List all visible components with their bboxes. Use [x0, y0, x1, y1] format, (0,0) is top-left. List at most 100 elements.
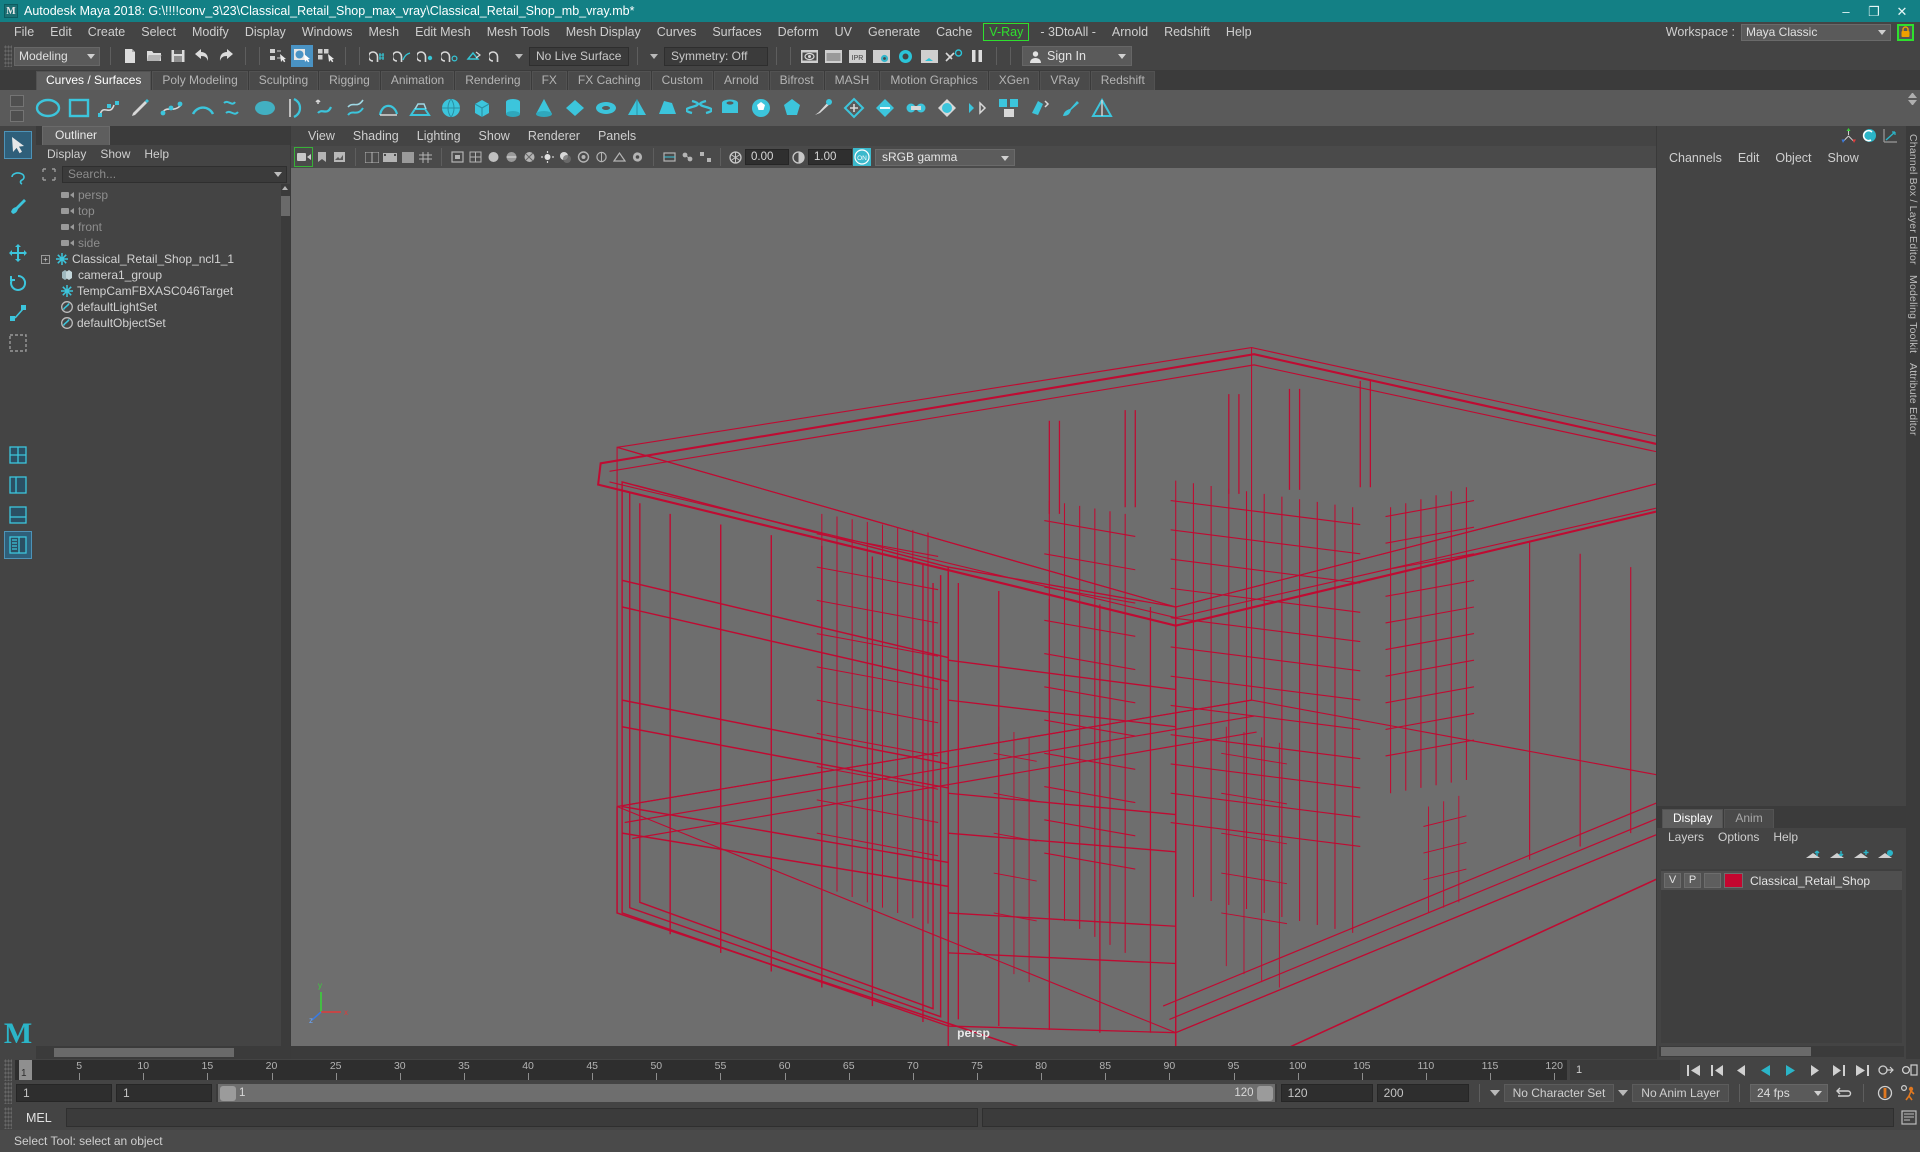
screen-space-ao-icon[interactable]	[575, 148, 592, 166]
exposure-field[interactable]: 0.00	[745, 149, 789, 165]
menu-windows[interactable]: Windows	[294, 22, 361, 42]
snap-to-view-planes-icon[interactable]	[463, 45, 485, 67]
auto-key-icon[interactable]	[1875, 1061, 1896, 1080]
gamma-field[interactable]: 1.00	[808, 149, 852, 165]
layer-row[interactable]: V P Classical_Retail_Shop	[1661, 871, 1902, 890]
menu-help[interactable]: Help	[1218, 22, 1260, 42]
maximize-button[interactable]: ❐	[1860, 1, 1888, 21]
layer-tab-display[interactable]: Display	[1662, 809, 1724, 828]
shaded-wireframe-icon[interactable]	[503, 148, 520, 166]
range-end-handle[interactable]	[1256, 1085, 1273, 1101]
layer-color-swatch[interactable]	[1724, 873, 1743, 888]
save-scene-icon[interactable]	[167, 45, 189, 67]
snap-to-point-icon[interactable]	[415, 45, 437, 67]
shelf-tab-motion-graphics[interactable]: Motion Graphics	[880, 71, 988, 90]
render-sequence-icon[interactable]	[918, 45, 940, 67]
viewport-menu-view[interactable]: View	[299, 126, 344, 146]
new-scene-icon[interactable]	[119, 45, 141, 67]
outliner-tree[interactable]: persp top front side + Classical_Retail_…	[36, 184, 290, 1046]
menu-mesh-tools[interactable]: Mesh Tools	[479, 22, 558, 42]
help-menu[interactable]: Help	[1766, 828, 1805, 847]
poly-prism-icon[interactable]	[654, 94, 682, 122]
layer-name[interactable]: Classical_Retail_Shop	[1750, 874, 1870, 888]
pencil-curve-tool-icon[interactable]	[127, 94, 155, 122]
motion-blur-icon[interactable]	[593, 148, 610, 166]
layer-tab-anim[interactable]: Anim	[1724, 809, 1774, 828]
poly-crease-icon[interactable]	[1088, 94, 1116, 122]
step-back-icon[interactable]	[1707, 1061, 1728, 1080]
layers-menu[interactable]: Layers	[1661, 828, 1711, 847]
shelf-tab-sculpting[interactable]: Sculpting	[248, 71, 319, 90]
persp-outliner-layout-icon[interactable]	[4, 531, 32, 559]
scroll-up-icon[interactable]	[282, 186, 288, 190]
render-settings-icon[interactable]	[870, 45, 892, 67]
outliner-search-input[interactable]: Search...	[62, 165, 287, 183]
playback-start-icon[interactable]	[1683, 1061, 1704, 1080]
filter-icon[interactable]	[39, 166, 59, 183]
persp-graph-layout-icon[interactable]	[4, 501, 32, 529]
undo-icon[interactable]	[191, 45, 213, 67]
snap-to-curve-icon[interactable]	[391, 45, 413, 67]
lock-workspace-icon[interactable]	[1897, 23, 1914, 41]
shelf-tab-curves-surfaces[interactable]: Curves / Surfaces	[36, 71, 152, 90]
options-menu[interactable]: Options	[1711, 828, 1766, 847]
poly-soccer-ball-icon[interactable]	[747, 94, 775, 122]
playback-start-field[interactable]: 1	[116, 1084, 212, 1102]
anim-layer-field[interactable]: No Anim Layer	[1632, 1084, 1729, 1102]
create-layer-icon[interactable]	[1853, 849, 1870, 865]
commandline-grip[interactable]	[4, 1106, 12, 1129]
shelf-tab-xgen[interactable]: XGen	[988, 71, 1040, 90]
layer-list[interactable]: V P Classical_Retail_Shop	[1661, 869, 1902, 1043]
cv-curve-tool-icon[interactable]	[96, 94, 124, 122]
poly-merge-icon[interactable]	[902, 94, 930, 122]
wireframe-icon[interactable]	[467, 148, 484, 166]
shelf-options-grip[interactable]	[4, 90, 30, 126]
statusline-grip[interactable]	[4, 45, 12, 67]
outliner-horizontal-scrollbar[interactable]	[36, 1046, 290, 1059]
anim-end-field[interactable]: 200	[1376, 1084, 1469, 1102]
poly-combine-icon[interactable]	[995, 94, 1023, 122]
xray-joints-icon[interactable]	[679, 148, 696, 166]
snap-to-projected-center-icon[interactable]	[439, 45, 461, 67]
poly-cylinder-icon[interactable]	[499, 94, 527, 122]
select-by-object-type-icon[interactable]	[291, 45, 313, 67]
outliner-item-persp[interactable]: persp	[36, 187, 290, 203]
menu-vray[interactable]: V-Ray	[983, 23, 1030, 41]
outliner-tab[interactable]: Outliner	[42, 126, 111, 145]
menu-cache[interactable]: Cache	[928, 22, 980, 42]
timeslider-grip[interactable]	[4, 1059, 12, 1081]
menu-file[interactable]: File	[6, 22, 42, 42]
shadows-icon[interactable]	[557, 148, 574, 166]
soft-select-tool-icon[interactable]	[4, 329, 32, 357]
poly-sphere-icon[interactable]	[437, 94, 465, 122]
shelf-scroll-arrows[interactable]	[1908, 93, 1917, 105]
menu-modify[interactable]: Modify	[184, 22, 237, 42]
poly-platonic-icon[interactable]	[778, 94, 806, 122]
poly-helix-icon[interactable]	[685, 94, 713, 122]
animation-preferences-icon[interactable]	[1899, 1061, 1920, 1080]
planar-surface-icon[interactable]	[251, 94, 279, 122]
scrollbar-thumb[interactable]	[54, 1048, 234, 1057]
vtab-channel-box-layer-editor[interactable]: Channel Box / Layer Editor	[1907, 134, 1919, 265]
bevel-plus-icon[interactable]	[406, 94, 434, 122]
menu-surfaces[interactable]: Surfaces	[704, 22, 769, 42]
viewport-canvas[interactable]: y x z persp	[291, 168, 1656, 1046]
character-set-chevron-icon[interactable]	[1489, 1090, 1500, 1096]
paint-select-tool-icon[interactable]	[4, 191, 32, 219]
arc-tool-icon[interactable]	[189, 94, 217, 122]
loft-icon[interactable]	[220, 94, 248, 122]
ipr-render-icon[interactable]: IPR	[846, 45, 868, 67]
playblast-icon[interactable]	[381, 148, 398, 166]
shelf-tab-fx[interactable]: FX	[531, 71, 567, 90]
outliner-item-default-object-set[interactable]: defaultObjectSet	[36, 315, 290, 331]
menu-uv[interactable]: UV	[827, 22, 860, 42]
select-by-component-icon[interactable]	[315, 45, 337, 67]
boundary-surface-icon[interactable]	[375, 94, 403, 122]
move-layer-up-icon[interactable]	[1805, 849, 1822, 865]
shelf-tab-bifrost[interactable]: Bifrost	[769, 71, 824, 90]
poly-paint-icon[interactable]	[1057, 94, 1085, 122]
anim-layer-chevron-icon[interactable]	[1618, 1090, 1629, 1096]
color-management-select[interactable]: sRGB gamma	[875, 148, 1015, 166]
layer-horizontal-scrollbar[interactable]	[1659, 1046, 1904, 1057]
time-slider-track[interactable]: 1 5 10 15 20 25 30 35 40 45 50 55 60 65 70 75 80 85 90 95 1…	[15, 1060, 1567, 1080]
